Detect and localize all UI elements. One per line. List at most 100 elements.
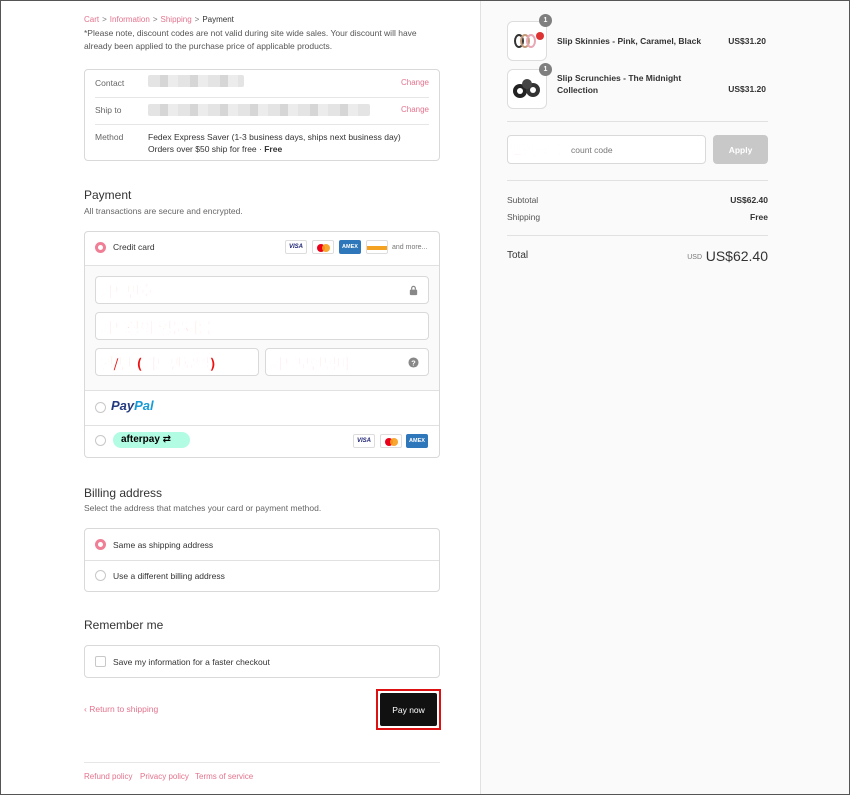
currency-code: USD: [687, 254, 702, 261]
svg-text:?: ?: [411, 358, 416, 367]
credit-card-radio[interactable]: [95, 242, 106, 253]
discount-notice: *Please note, discount codes are not val…: [84, 28, 417, 51]
divider: [507, 121, 768, 122]
item-name-line2: Collection: [557, 84, 599, 95]
discount-placeholder: count code: [571, 145, 613, 155]
afterpay-logo-text: afterpay: [121, 434, 160, 445]
paypal-logo[interactable]: PayPal: [111, 398, 154, 413]
breadcrumb-separator: >: [152, 15, 158, 24]
breadcrumb-payment: Payment: [202, 15, 234, 24]
order-summary: 1 Slip Skinnies - Pink, Caramel, Black U…: [480, 1, 849, 794]
contact-value-redacted: [148, 75, 244, 91]
pay-now-highlight: Pay now: [376, 689, 441, 730]
divider: [95, 124, 429, 125]
apply-discount-button[interactable]: Apply: [713, 135, 768, 164]
breadcrumb-separator: >: [102, 15, 107, 24]
save-info-checkbox[interactable]: [95, 656, 106, 667]
divider: [85, 425, 439, 426]
divider: [95, 97, 429, 98]
credit-card-label: Credit card: [113, 242, 155, 252]
amex-card-icon: AMEX: [406, 434, 428, 448]
card-number-placeholder: 카드번호: [100, 283, 154, 302]
contact-row: Contact Change: [85, 75, 439, 92]
breadcrumb-information[interactable]: Information: [110, 15, 150, 24]
divider: [507, 180, 768, 181]
shipto-row: Ship to Change: [85, 104, 439, 120]
same-address-radio[interactable]: [95, 539, 106, 550]
shipto-value-redacted: [148, 104, 370, 120]
name-on-card-placeholder: 카드상의 영문이름: [100, 319, 212, 338]
amex-card-icon: AMEX: [339, 240, 361, 254]
return-label: Return to shipping: [89, 704, 159, 714]
item-name: Slip Skinnies - Pink, Caramel, Black: [557, 36, 702, 46]
expiry-field[interactable]: 월/년 (카드만료일): [95, 348, 259, 376]
cvv-placeholder: 카드보안넘버: [270, 355, 351, 374]
paypal-radio[interactable]: [95, 402, 106, 413]
billing-subtitle: Select the address that matches your car…: [84, 503, 322, 513]
and-more-label: and more...: [392, 244, 428, 251]
item-price: US$31.20: [728, 36, 766, 46]
item-qty-badge: 1: [539, 63, 552, 76]
remember-box: Save my information for a faster checkou…: [84, 645, 440, 678]
divider: [85, 560, 439, 561]
breadcrumb-shipping[interactable]: Shipping: [161, 15, 192, 24]
privacy-policy-link[interactable]: Privacy policy: [140, 772, 189, 781]
method-label: Method: [95, 132, 124, 142]
credit-card-fields: 카드번호 카드상의 영문이름 월/년 (카드만료일) 카드보안넘버 ?: [85, 265, 439, 391]
cvv-field[interactable]: 카드보안넘버 ?: [265, 348, 429, 376]
mastercard-icon: [380, 434, 402, 448]
refund-policy-link[interactable]: Refund policy: [84, 772, 132, 781]
subtotal-row: Subtotal US$62.40: [507, 195, 768, 205]
product-thumbnail: [507, 21, 547, 61]
visa-card-icon: VISA: [353, 434, 375, 448]
shipto-label: Ship to: [95, 105, 122, 115]
name-on-card-field[interactable]: 카드상의 영문이름: [95, 312, 429, 340]
pay-now-button[interactable]: Pay now: [380, 693, 437, 726]
footer-divider: [84, 762, 440, 763]
hair-ties-image: [514, 32, 544, 48]
total-value: US$62.40: [705, 248, 768, 264]
method-value: Fedex Express Saver (1-3 business days, …: [148, 132, 401, 155]
return-to-shipping-link[interactable]: ‹ Return to shipping: [84, 704, 158, 714]
card-number-field[interactable]: 카드번호: [95, 276, 429, 304]
terms-of-service-link[interactable]: Terms of service: [195, 772, 253, 781]
afterpay-logo[interactable]: afterpay ⇄: [113, 432, 190, 448]
payment-methods: Credit card VISA AMEX and more... 카드번호 카…: [84, 231, 440, 458]
help-icon[interactable]: ?: [408, 357, 419, 368]
item-price: US$31.20: [728, 84, 766, 94]
same-address-label[interactable]: Same as shipping address: [113, 540, 213, 550]
different-address-radio[interactable]: [95, 570, 106, 581]
discount-code-input[interactable]: 할인코드 count code: [507, 135, 706, 164]
save-info-label[interactable]: Save my information for a faster checkou…: [113, 657, 270, 667]
payment-title: Payment: [84, 188, 132, 202]
paypal-logo-pay: Pay: [111, 398, 135, 413]
item-name: Slip Scrunchies - The Midnight Collection: [557, 73, 681, 96]
breadcrumb: Cart > Information > Shipping > Payment: [84, 15, 234, 24]
remember-title: Remember me: [84, 618, 164, 632]
change-shipto-link[interactable]: Change: [401, 105, 429, 114]
discover-card-icon: [366, 240, 388, 254]
billing-title: Billing address: [84, 486, 163, 500]
checkout-main: Cart > Information > Shipping > Payment *Pleas…: [1, 1, 480, 794]
breadcrumb-cart[interactable]: Cart: [84, 15, 99, 24]
change-contact-link[interactable]: Change: [401, 78, 429, 87]
scrunchies-image: [513, 79, 540, 98]
subtotal-label: Subtotal: [507, 195, 539, 205]
total-label: Total: [507, 250, 529, 261]
item-name-line1: Slip Scrunchies - The Midnight: [557, 73, 682, 83]
contact-label: Contact: [95, 78, 125, 88]
divider: [507, 235, 768, 236]
shipping-label: Shipping: [507, 212, 541, 222]
shipping-row: Shipping Free: [507, 212, 768, 222]
method-line2-prefix: Orders over $50 ship for free ·: [148, 143, 265, 154]
afterpay-radio[interactable]: [95, 435, 106, 446]
subtotal-value: US$62.40: [730, 195, 768, 205]
breadcrumb-separator: >: [194, 15, 200, 24]
method-line1: Fedex Express Saver (1-3 business days, …: [148, 132, 401, 142]
method-row: Method Fedex Express Saver (1-3 business…: [85, 132, 439, 156]
lock-icon: [409, 285, 418, 296]
payment-subtitle: All transactions are secure and encrypte…: [84, 206, 243, 216]
discount-overlay-label: 할인코드: [510, 143, 561, 160]
different-address-label[interactable]: Use a different billing address: [113, 571, 225, 581]
shipping-value: Free: [750, 212, 768, 222]
